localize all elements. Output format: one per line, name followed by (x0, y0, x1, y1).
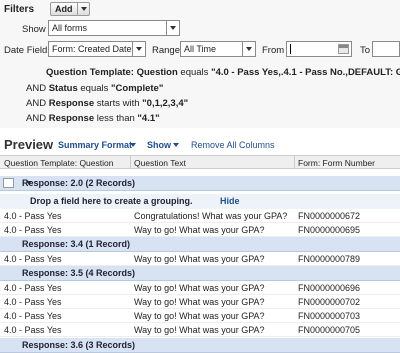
preview-title: Preview (4, 137, 54, 152)
cell-form-number: FN0000000703 (298, 311, 361, 321)
cell-question-text: Way to go! What was your GPA? (134, 225, 265, 235)
show-select[interactable]: All forms (48, 20, 180, 36)
column-header-row: Question Template: Question Question Tex… (0, 155, 400, 169)
cell-question: 4.0 - Pass Yes (4, 225, 62, 235)
group-header: Response: 3.4 (1 Record) (0, 237, 400, 252)
table-row: 4.0 - Pass Yes Way to go! What was your … (0, 252, 400, 266)
criteria-prefix: AND (26, 98, 49, 109)
criteria-prefix: AND (26, 113, 49, 124)
range-label: Range (152, 45, 180, 56)
calendar-icon[interactable] (338, 44, 349, 54)
date-field-label: Date Field (4, 45, 48, 56)
criteria-field: Question Template: Question (46, 67, 178, 78)
chevron-down-icon (242, 42, 255, 56)
column-header[interactable]: Question Text (134, 158, 186, 168)
column-header[interactable]: Form: Form Number (298, 158, 375, 168)
criteria-operator: equals (77, 83, 112, 94)
criteria-operator: starts with (94, 98, 143, 109)
chevron-down-icon (77, 3, 89, 15)
from-date-input[interactable] (286, 41, 352, 57)
table-row: 4.0 - Pass Yes Way to go! What was your … (0, 281, 400, 295)
criteria-operator: equals (177, 67, 212, 78)
cell-question-text: Way to go! What was your GPA? (134, 254, 265, 264)
group-label: Response: 2.0 (2 Records) (22, 178, 136, 188)
cell-form-number: FN0000000789 (298, 254, 361, 264)
preview-toolbar: Preview Summary Format Show Remove All C… (0, 134, 400, 154)
cell-question: 4.0 - Pass Yes (4, 297, 62, 307)
cell-form-number: FN0000000705 (298, 325, 361, 335)
table-row: 4.0 - Pass Yes Way to go! What was your … (0, 295, 400, 309)
cell-form-number: FN0000000695 (298, 225, 361, 235)
add-button-label: Add (55, 4, 73, 14)
date-field-select[interactable]: Form: Created Date (48, 41, 146, 57)
table-row: 4.0 - Pass Yes Way to go! What was your … (0, 309, 400, 323)
show-label: Show (22, 24, 46, 35)
criteria-line: AND Status equals "Complete" (26, 83, 163, 94)
to-label: To (360, 45, 371, 56)
column-header[interactable]: Question Template: Question (4, 158, 113, 168)
cell-question: 4.0 - Pass Yes (4, 254, 62, 264)
show-menu[interactable]: Show (147, 140, 171, 150)
criteria-prefix: AND (26, 83, 49, 94)
group-header: Response: 3.5 (4 Records) (0, 266, 400, 281)
cell-question-text: Way to go! What was your GPA? (134, 311, 265, 321)
group-header: Response: 2.0 (2 Records) (0, 176, 400, 191)
group-label: Response: 3.6 (3 Records) (22, 340, 136, 350)
chevron-down-icon (166, 21, 179, 35)
table-row: 4.0 - Pass Yes Way to go! What was your … (0, 223, 400, 237)
criteria-value: "4.1" (137, 113, 160, 124)
grouping-drop-zone[interactable]: Drop a field here to create a grouping. … (0, 194, 400, 209)
cell-question: 4.0 - Pass Yes (4, 325, 62, 335)
range-value: All Time (184, 44, 217, 54)
criteria-field: Response (48, 113, 95, 124)
cell-form-number: FN0000000702 (298, 297, 361, 307)
filters-panel: Filters Add Show All forms Date Field Fo… (0, 0, 400, 128)
drop-hint-text: Drop a field here to create a grouping. (30, 196, 193, 206)
cell-question: 4.0 - Pass Yes (4, 283, 62, 293)
column-divider (130, 156, 131, 168)
criteria-value: "Complete" (111, 83, 164, 94)
criteria-line: AND Response less than "4.1" (26, 113, 160, 124)
cell-question: 4.0 - Pass Yes (4, 311, 62, 321)
cell-question-text: Way to go! What was your GPA? (134, 325, 265, 335)
add-filter-button[interactable]: Add (50, 2, 90, 16)
criteria-line: AND Response starts with "0,1,2,3,4" (26, 98, 188, 109)
table-row: 4.0 - Pass Yes Way to go! What was your … (0, 323, 400, 337)
cell-question-text: Way to go! What was your GPA? (134, 283, 265, 293)
cell-question-text: Congratulations! What was your GPA? (134, 211, 288, 221)
show-select-value: All forms (52, 23, 88, 33)
column-divider (294, 156, 295, 168)
hide-hint-link[interactable]: Hide (220, 196, 240, 206)
filters-title: Filters (4, 4, 35, 15)
cell-form-number: FN0000000696 (298, 283, 361, 293)
from-label: From (262, 45, 285, 56)
summary-format-menu[interactable]: Summary Format (58, 140, 132, 150)
cell-question: 4.0 - Pass Yes (4, 211, 62, 221)
cell-form-number: FN0000000672 (298, 211, 361, 221)
table-row: 4.0 - Pass Yes Congratulations! What was… (0, 209, 400, 223)
criteria-operator: less than (94, 113, 138, 124)
text-caret (290, 44, 291, 54)
criteria-field: Response (48, 98, 95, 109)
criteria-field: Status (48, 83, 78, 94)
range-select[interactable]: All Time (180, 41, 256, 57)
to-date-input[interactable] (372, 41, 400, 57)
chevron-down-icon[interactable] (173, 143, 179, 147)
date-field-value: Form: Created Date (52, 44, 132, 54)
chevron-down-icon (132, 42, 145, 56)
criteria-line: Question Template: Question equals "4.0 … (46, 67, 400, 78)
criteria-value: "4.0 - Pass Yes,.4.1 - Pass No.,DEFAULT:… (211, 67, 400, 78)
cell-question-text: Way to go! What was your GPA? (134, 297, 265, 307)
group-header: Response: 3.6 (3 Records) (0, 338, 400, 353)
criteria-value: "0,1,2,3,4" (142, 98, 189, 109)
group-label: Response: 3.4 (1 Record) (22, 239, 131, 249)
remove-all-columns-link[interactable]: Remove All Columns (191, 140, 275, 150)
chevron-down-icon[interactable] (130, 143, 136, 147)
group-label: Response: 3.5 (4 Records) (22, 268, 136, 278)
collapse-toggle-icon[interactable] (3, 178, 32, 188)
